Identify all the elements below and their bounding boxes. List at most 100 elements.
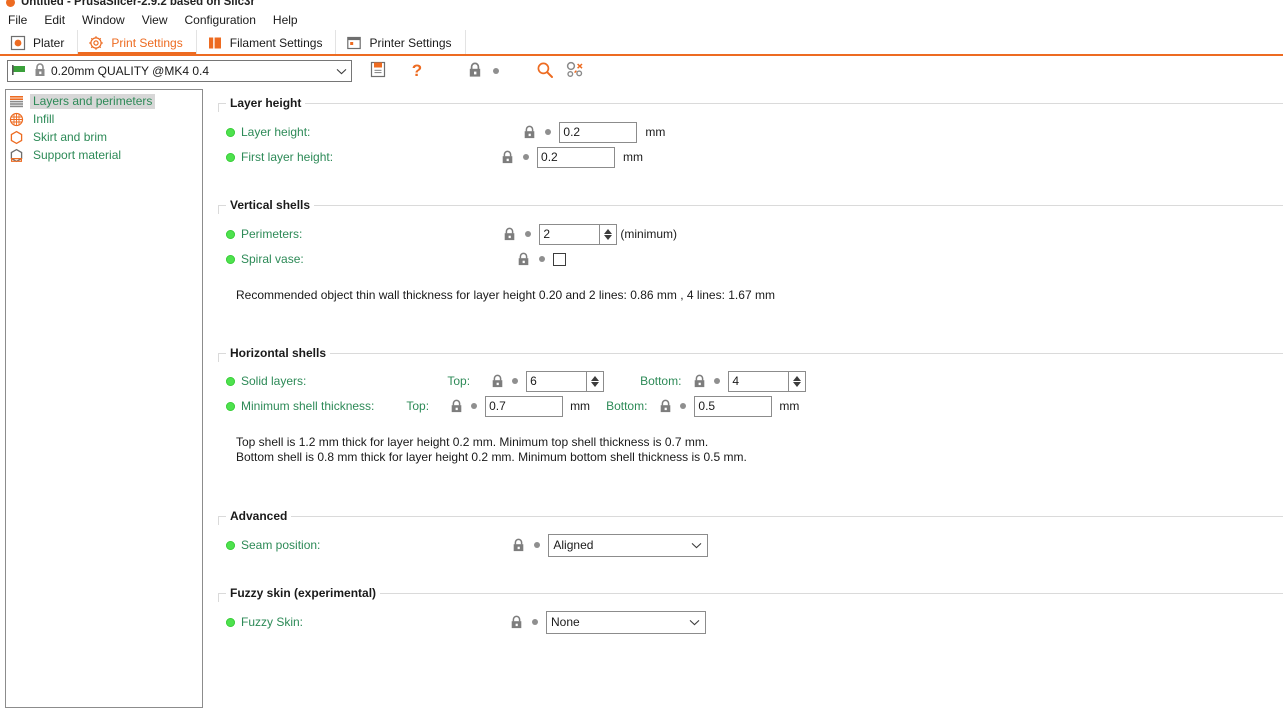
tab-bar: Plater Print Settings Filament Settings — [0, 29, 1283, 55]
modified-bullet-icon — [226, 254, 235, 264]
layer-height-lock-icon[interactable] — [523, 125, 536, 139]
solid-layers-bottom-spinner-buttons[interactable] — [788, 371, 806, 391]
app-logo-icon — [6, 0, 15, 7]
group-fuzzy-skin-title: Fuzzy skin (experimental) — [226, 586, 381, 600]
menu-item-file[interactable]: File — [8, 13, 36, 27]
solid-layers-bottom-lock-icon[interactable] — [693, 374, 706, 388]
tab-filament-settings-label: Filament Settings — [229, 35, 323, 50]
solid-layers-top-spinner-buttons[interactable] — [586, 371, 604, 391]
solid-layers-bottom-revert-dot-icon[interactable] — [714, 378, 721, 384]
solid-layers-top-label: Top: — [447, 374, 471, 388]
solid-layers-top-spinner[interactable]: 6 — [526, 370, 605, 392]
tab-plater[interactable]: Plater — [0, 30, 79, 55]
perimeters-value: 2 — [543, 227, 551, 241]
print-settings-icon — [88, 35, 104, 51]
chevron-down-icon[interactable] — [689, 615, 700, 629]
lock-toggle-button[interactable] — [462, 59, 488, 83]
help-button[interactable]: ? — [404, 59, 430, 83]
first-layer-height-lock-icon[interactable] — [501, 150, 514, 164]
minimum-shell-thickness-bottom-input[interactable]: 0.5 — [694, 395, 773, 417]
preset-lock-icon — [34, 62, 46, 80]
solid-layers-bottom-label: Bottom: — [640, 374, 682, 388]
minimum-shell-thickness-top-unit: mm — [570, 399, 591, 413]
perimeters-label: Perimeters: — [241, 227, 303, 241]
horizontal-shells-note-line1: Top shell is 1.2 mm thick for layer heig… — [236, 435, 709, 449]
perimeters-lock-icon[interactable] — [503, 227, 516, 241]
group-vertical-shells-title: Vertical shells — [226, 198, 315, 212]
seam-position-select[interactable]: Aligned — [548, 533, 709, 557]
search-button[interactable] — [532, 59, 558, 83]
group-layer-height-title: Layer height — [226, 96, 306, 110]
sidebar-item-infill[interactable]: Infill — [6, 110, 202, 128]
sidebar-item-infill-label: Infill — [33, 111, 55, 126]
minimum-shell-thickness-top-lock-icon[interactable] — [450, 399, 463, 413]
lock-status-dot — [488, 59, 504, 83]
chevron-down-icon[interactable] — [336, 64, 347, 78]
fuzzy-skin-revert-dot-icon[interactable] — [532, 619, 539, 625]
spinner-up-icon[interactable] — [591, 375, 600, 381]
preset-combo[interactable]: 0.20mm QUALITY @MK4 0.4 — [7, 60, 352, 82]
minimum-shell-thickness-top-revert-dot-icon[interactable] — [471, 403, 478, 409]
settings-category-sidebar: Layers and perimeters Infill Skirt and b… — [5, 89, 203, 708]
tab-print-settings[interactable]: Print Settings — [78, 30, 197, 55]
first-layer-height-input[interactable]: 0.2 — [537, 146, 616, 168]
spinner-down-icon[interactable] — [793, 381, 802, 387]
fuzzy-skin-lock-icon[interactable] — [510, 615, 523, 629]
layer-height-input[interactable]: 0.2 — [559, 121, 638, 143]
group-vertical-shells: Vertical shells Perimeters: 2 (minimum) … — [218, 198, 1283, 327]
support-icon — [9, 148, 24, 163]
menu-item-edit[interactable]: Edit — [44, 13, 74, 27]
minimum-shell-thickness-label-group: Minimum shell thickness: — [226, 399, 374, 413]
layer-height-unit: mm — [645, 125, 666, 139]
seam-position-lock-icon[interactable] — [512, 538, 525, 552]
minimum-shell-thickness-bottom-revert-dot-icon[interactable] — [680, 403, 687, 409]
compare-presets-icon — [566, 61, 584, 82]
compare-presets-button[interactable] — [562, 59, 588, 83]
solid-layers-top-lock-icon[interactable] — [491, 374, 504, 388]
window-title: Untitled - PrusaSlicer-2.9.2 based on Sl… — [21, 0, 255, 8]
tab-printer-settings-label: Printer Settings — [369, 35, 452, 50]
minimum-shell-thickness-label: Minimum shell thickness: — [241, 399, 375, 413]
layer-height-label-group: Layer height: — [226, 125, 310, 139]
minimum-shell-thickness-top-input[interactable]: 0.7 — [485, 395, 564, 417]
tab-filament-settings[interactable]: Filament Settings — [196, 30, 337, 55]
sidebar-item-layers-and-perimeters-label: Layers and perimeters — [30, 93, 156, 109]
save-preset-button[interactable] — [365, 59, 391, 83]
spinner-up-icon[interactable] — [793, 375, 802, 381]
spiral-vase-checkbox[interactable] — [552, 252, 566, 266]
fuzzy-skin-select[interactable]: None — [546, 610, 707, 634]
modified-bullet-icon — [226, 401, 235, 411]
spinner-up-icon[interactable] — [604, 228, 613, 234]
row-solid-layers: Solid layers: Top: 6 Bottom: 4 — [226, 370, 807, 392]
modified-bullet-icon — [226, 127, 235, 137]
layer-height-revert-dot-icon[interactable] — [545, 129, 552, 135]
sidebar-item-skirt-and-brim[interactable]: Skirt and brim — [6, 128, 202, 146]
perimeters-revert-dot-icon[interactable] — [525, 231, 532, 237]
minimum-shell-thickness-bottom-lock-icon[interactable] — [659, 399, 672, 413]
solid-layers-bottom-spinner[interactable]: 4 — [728, 370, 807, 392]
group-corner — [218, 206, 219, 214]
menu-item-view[interactable]: View — [142, 13, 177, 27]
first-layer-height-label-group: First layer height: — [226, 150, 333, 164]
spinner-down-icon[interactable] — [604, 234, 613, 240]
spinner-down-icon[interactable] — [591, 381, 600, 387]
menu-item-help[interactable]: Help — [273, 13, 307, 27]
menu-item-configuration[interactable]: Configuration — [185, 13, 265, 27]
perimeters-spinner[interactable]: 2 — [539, 223, 618, 245]
seam-position-revert-dot-icon[interactable] — [534, 542, 541, 548]
sidebar-item-layers-and-perimeters[interactable]: Layers and perimeters — [6, 92, 202, 110]
group-corner — [218, 517, 219, 525]
row-fuzzy-skin: Fuzzy Skin: None — [226, 610, 707, 634]
perimeters-spinner-buttons[interactable] — [599, 224, 617, 244]
chevron-down-icon[interactable] — [691, 538, 702, 552]
spiral-vase-lock-icon[interactable] — [517, 252, 530, 266]
lock-icon — [468, 62, 482, 81]
group-advanced-title: Advanced — [226, 509, 292, 523]
solid-layers-top-revert-dot-icon[interactable] — [512, 378, 519, 384]
tab-plater-label: Plater — [33, 35, 65, 50]
sidebar-item-support-material[interactable]: Support material — [6, 146, 202, 164]
first-layer-height-revert-dot-icon[interactable] — [523, 154, 530, 160]
spiral-vase-revert-dot-icon[interactable] — [538, 256, 545, 262]
tab-printer-settings[interactable]: Printer Settings — [336, 30, 466, 55]
menu-item-window[interactable]: Window — [82, 13, 134, 27]
